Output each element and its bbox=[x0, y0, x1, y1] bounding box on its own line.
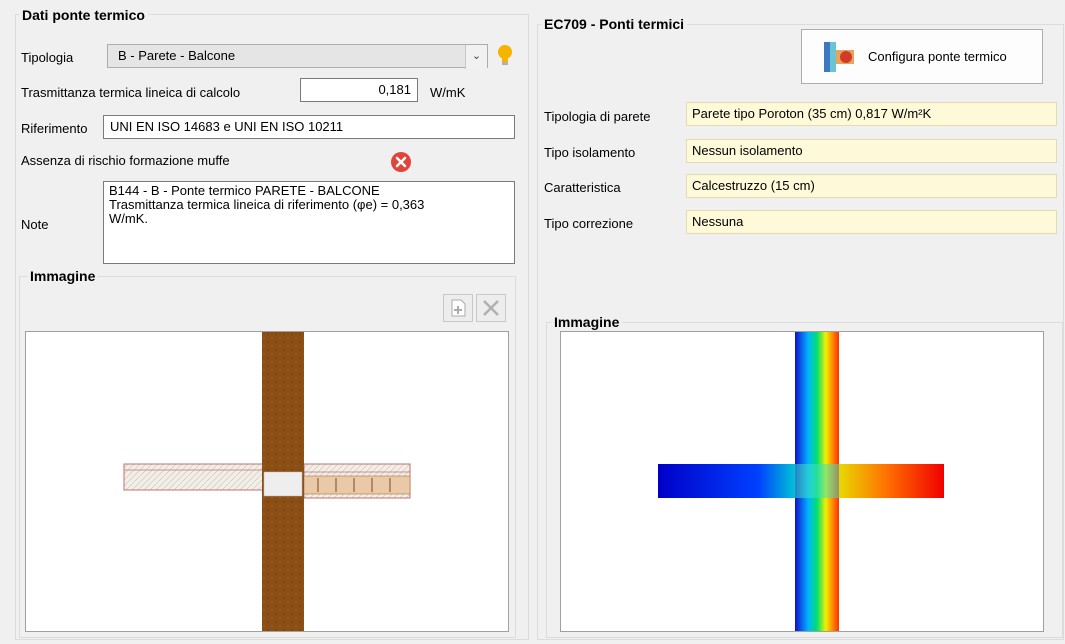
caratteristica-label: Caratteristica bbox=[544, 180, 621, 195]
tipo-isolamento-label: Tipo isolamento bbox=[544, 145, 636, 160]
tipologia-select[interactable]: B - Parete - Balcone ⌄ bbox=[107, 44, 488, 69]
tipologia-value: B - Parete - Balcone bbox=[118, 48, 236, 63]
balcony-section-diagram bbox=[123, 332, 411, 631]
configura-label: Configura ponte termico bbox=[868, 49, 1007, 64]
tipo-correzione-value: Nessuna bbox=[686, 210, 1057, 234]
chevron-down-icon[interactable]: ⌄ bbox=[465, 45, 487, 69]
close-icon bbox=[483, 300, 499, 316]
trasmittanza-unit: W/mK bbox=[430, 85, 466, 100]
tipologia-label: Tipologia bbox=[21, 50, 74, 65]
trasmittanza-input[interactable]: 0,181 bbox=[300, 78, 418, 102]
note-label: Note bbox=[21, 217, 49, 232]
caratteristica-value: Calcestruzzo (15 cm) bbox=[686, 174, 1057, 198]
tipologia-parete-label: Tipologia di parete bbox=[544, 109, 651, 124]
immagine-left-title: Immagine bbox=[27, 268, 99, 284]
tipologia-parete-value: Parete tipo Poroton (35 cm) 0,817 W/m²K bbox=[686, 102, 1057, 126]
thermal-map-image bbox=[560, 331, 1044, 632]
lightbulb-icon[interactable] bbox=[496, 44, 514, 68]
error-icon bbox=[391, 152, 411, 172]
riferimento-label: Riferimento bbox=[21, 121, 88, 136]
immagine-right-title: Immagine bbox=[551, 314, 623, 330]
note-textarea[interactable]: B144 - B - Ponte termico PARETE - BALCON… bbox=[103, 181, 515, 264]
thermal-bridge-drawing bbox=[25, 331, 509, 632]
tipo-isolamento-value: Nessun isolamento bbox=[686, 139, 1057, 163]
dati-ponte-termico-title: Dati ponte termico bbox=[19, 7, 148, 23]
configura-button[interactable]: Configura ponte termico bbox=[801, 29, 1043, 84]
remove-image-button[interactable] bbox=[476, 294, 506, 322]
thermal-gradient-diagram bbox=[658, 332, 944, 631]
muffe-label: Assenza di rischio formazione muffe bbox=[21, 153, 230, 168]
riferimento-input[interactable]: UNI EN ISO 14683 e UNI EN ISO 10211 bbox=[103, 115, 515, 139]
tipo-correzione-label: Tipo correzione bbox=[544, 216, 634, 231]
trasmittanza-label: Trasmittanza termica lineica di calcolo bbox=[21, 85, 241, 100]
add-image-icon bbox=[451, 299, 466, 317]
thermal-bridge-icon bbox=[824, 42, 854, 72]
add-image-button[interactable] bbox=[443, 294, 473, 322]
ec709-title: EC709 - Ponti termici bbox=[541, 16, 688, 32]
